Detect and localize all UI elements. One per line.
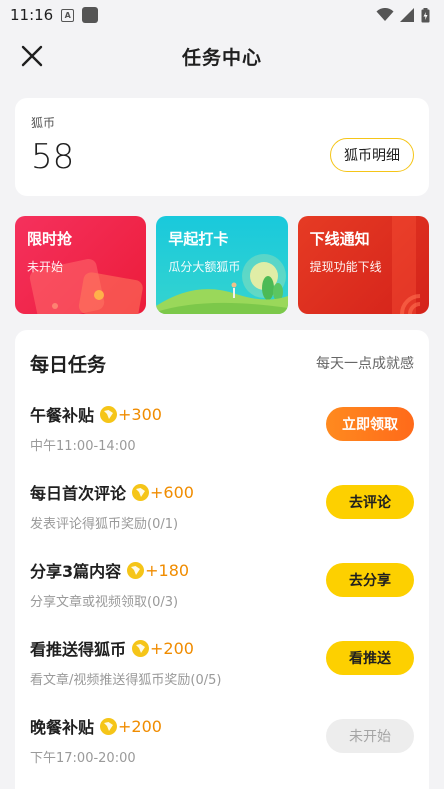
banner-title: 早起打卡 <box>168 230 229 248</box>
wifi-icon <box>376 8 394 21</box>
fox-coin-icon <box>100 717 118 735</box>
task-reward: +600 <box>150 482 194 502</box>
signal-icon <box>400 8 414 22</box>
task-name: 分享3篇内容 <box>30 562 122 581</box>
status-bar: 11:16 A <box>0 0 444 30</box>
close-button[interactable] <box>18 42 46 70</box>
status-time: 11:16 <box>10 6 54 24</box>
page-title: 任务中心 <box>181 46 262 69</box>
notification-a-icon: A <box>61 8 75 22</box>
fox-coin-icon <box>127 561 145 579</box>
claim-lunch-button[interactable]: 立即领取 <box>326 407 414 441</box>
coin-balance-card: 狐币 58 狐币明细 <box>15 98 429 196</box>
close-icon <box>21 45 43 67</box>
go-share-button[interactable]: 去分享 <box>326 563 414 597</box>
task-item-lunch: 午餐补贴 +300 中午11:00-14:00 立即领取 <box>30 394 414 472</box>
task-name: 晚餐补贴 <box>30 718 95 737</box>
banner-morning-checkin[interactable]: 早起打卡 瓜分大额狐币 <box>156 216 288 314</box>
go-comment-button[interactable]: 去评论 <box>326 485 414 519</box>
status-right <box>376 7 430 23</box>
task-reward: +300 <box>118 404 162 424</box>
daily-task-title: 每日任务 <box>30 353 107 376</box>
banner-subtitle: 瓜分大额狐币 <box>168 260 241 274</box>
status-left: 11:16 A <box>10 6 99 24</box>
task-reward: +200 <box>150 638 194 658</box>
task-name: 每日首次评论 <box>30 484 127 503</box>
task-reward: +180 <box>145 560 190 580</box>
banner-subtitle: 提现功能下线 <box>309 260 382 274</box>
fox-coin-icon <box>132 639 150 657</box>
daily-task-subtitle: 每天一点成就感 <box>316 356 414 372</box>
banner-title: 下线通知 <box>309 230 370 248</box>
task-item-push: 看推送得狐币 +200 看文章/视频推送得狐币奖励(0/5) 看推送 <box>30 628 414 706</box>
task-item-comment: 每日首次评论 +600 发表评论得狐币奖励(0/1) 去评论 <box>30 472 414 550</box>
banner-offline-notice[interactable]: 下线通知 提现功能下线 <box>297 216 429 314</box>
task-name: 午餐补贴 <box>30 406 95 425</box>
coin-detail-button[interactable]: 狐币明细 <box>330 138 414 172</box>
coin-label: 狐币 <box>31 116 56 130</box>
task-item-dinner: 晚餐补贴 +200 下午17:00-20:00 未开始 <box>30 706 414 784</box>
notification-app-icon <box>82 7 99 23</box>
banner-flash-sale[interactable]: 限时抢 未开始 <box>15 216 147 314</box>
daily-task-header: 每日任务 每天一点成就感 <box>30 330 414 394</box>
battery-icon <box>421 7 430 22</box>
dinner-not-started-button[interactable]: 未开始 <box>326 719 414 753</box>
view-push-button[interactable]: 看推送 <box>326 641 414 675</box>
task-reward: +200 <box>118 716 162 736</box>
banner-title: 限时抢 <box>27 230 73 248</box>
task-name: 看推送得狐币 <box>30 640 127 659</box>
promo-banners: 限时抢 未开始 早起打卡 瓜分大额狐币 下线通知 提现功能下线 <box>15 216 429 314</box>
fox-coin-icon <box>132 483 150 501</box>
daily-task-card: 每日任务 每天一点成就感 午餐补贴 +300 中午11:00-14:00 立即领… <box>15 330 429 789</box>
fox-coin-icon <box>100 405 118 423</box>
banner-subtitle: 未开始 <box>27 260 64 274</box>
task-item-share: 分享3篇内容 +180 分享文章或视频领取(0/3) 去分享 <box>30 550 414 628</box>
nav-bar: 任务中心 <box>0 30 444 82</box>
